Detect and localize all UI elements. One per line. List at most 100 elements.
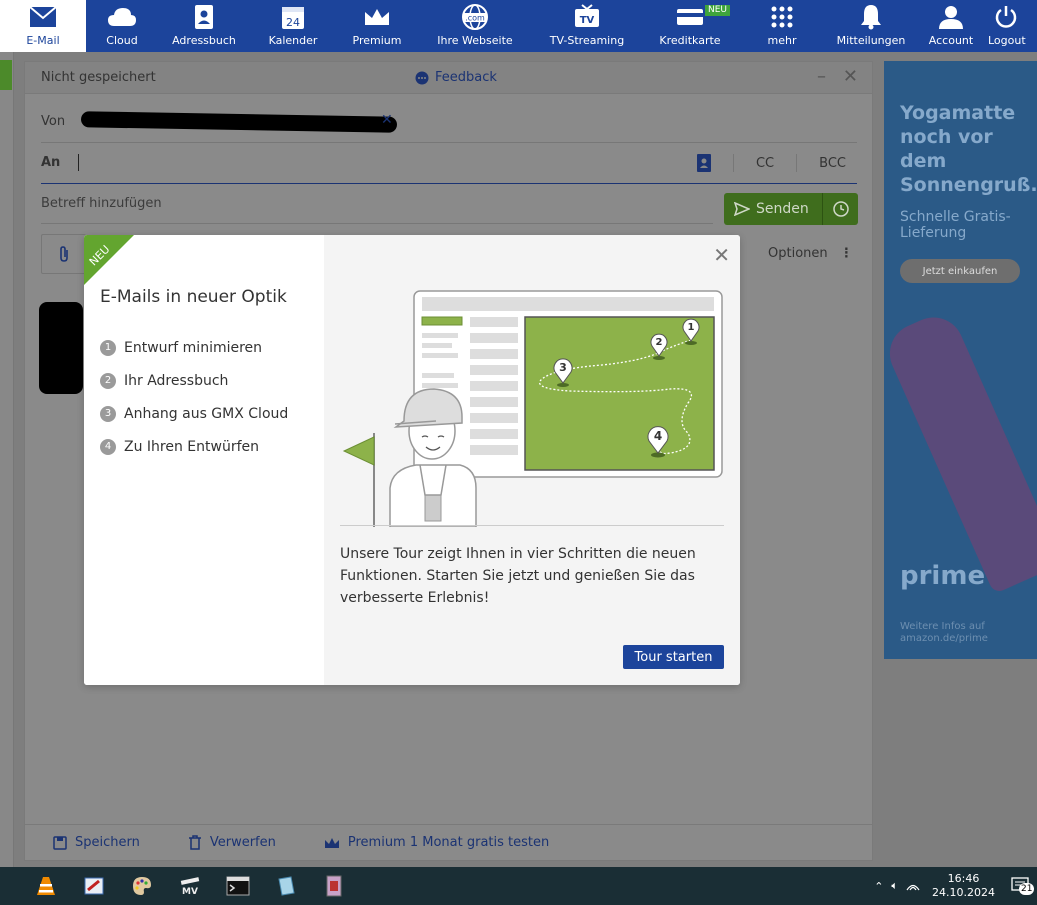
notification-center-icon[interactable]: 21 bbox=[1011, 876, 1035, 896]
crown-icon bbox=[324, 837, 339, 848]
paperclip-icon bbox=[59, 246, 68, 262]
cc-button[interactable]: CC bbox=[756, 156, 774, 171]
nav-tv-streaming[interactable]: TV TV-Streaming bbox=[532, 0, 642, 52]
svg-text:3: 3 bbox=[559, 361, 567, 374]
envelope-icon bbox=[29, 3, 57, 31]
redacted-signature bbox=[39, 302, 83, 394]
send-icon bbox=[734, 202, 750, 216]
nav-label: Ihre Webseite bbox=[437, 34, 513, 47]
list-item: 3 Anhang aus GMX Cloud bbox=[100, 397, 288, 430]
bcc-button[interactable]: BCC bbox=[819, 156, 846, 171]
system-clock[interactable]: 16:46 24.10.2024 bbox=[932, 872, 995, 900]
nav-more[interactable]: mehr bbox=[738, 0, 826, 52]
start-tour-button[interactable]: Tour starten bbox=[623, 645, 724, 669]
terminal-icon[interactable] bbox=[214, 867, 262, 905]
dialog-title: E-Mails in neuer Optik bbox=[100, 287, 287, 307]
save-button[interactable]: Speichern bbox=[53, 835, 140, 850]
options-button[interactable]: Optionen ⋮ bbox=[768, 246, 853, 261]
svg-text:.com: .com bbox=[465, 14, 485, 23]
nav-label: TV-Streaming bbox=[549, 34, 625, 47]
nav-logout[interactable]: Logout bbox=[986, 0, 1037, 52]
power-icon bbox=[988, 3, 1024, 31]
nav-label: Kalender bbox=[268, 34, 318, 47]
svg-text:24: 24 bbox=[286, 16, 300, 29]
discard-button[interactable]: Verwerfen bbox=[188, 835, 276, 850]
subject-input[interactable]: Betreff hinzufügen bbox=[41, 196, 162, 211]
from-label: Von bbox=[41, 114, 66, 129]
close-icon[interactable]: ✕ bbox=[713, 243, 730, 267]
notepad-icon[interactable] bbox=[262, 867, 310, 905]
compose-header: Nicht gespeichert Feedback – ✕ bbox=[25, 62, 872, 94]
to-label: An bbox=[41, 155, 61, 170]
crown-icon bbox=[363, 3, 391, 31]
options-label: Optionen bbox=[768, 246, 828, 261]
ad-title: Yogamatte noch vor dem Sonnengruß. bbox=[900, 102, 1037, 196]
schedule-send-icon[interactable] bbox=[822, 193, 858, 225]
nav-notifications[interactable]: Mitteilungen bbox=[826, 0, 916, 52]
nav-premium[interactable]: Premium bbox=[336, 0, 418, 52]
send-button[interactable]: Senden bbox=[724, 193, 858, 225]
svg-text:1: 1 bbox=[688, 322, 695, 333]
nav-website[interactable]: .com Ihre Webseite bbox=[418, 0, 532, 52]
divider bbox=[41, 142, 857, 143]
advertisement[interactable]: Yogamatte noch vor dem Sonnengruß. Schne… bbox=[884, 61, 1037, 659]
globe-icon: .com bbox=[461, 3, 489, 31]
volume-icon[interactable]: 🔈︎ bbox=[891, 879, 898, 893]
step-number: 2 bbox=[100, 372, 116, 389]
premium-trial-link[interactable]: Premium 1 Monat gratis testen bbox=[324, 835, 549, 850]
floppy-icon bbox=[53, 835, 67, 850]
credit-card-icon bbox=[676, 3, 704, 31]
step-label: Entwurf minimieren bbox=[124, 339, 263, 356]
nav-label: mehr bbox=[767, 34, 797, 47]
sidebar-compose-tab[interactable] bbox=[0, 60, 12, 90]
taskbar-apps: MV bbox=[22, 867, 358, 905]
archive-icon[interactable] bbox=[310, 867, 358, 905]
close-icon[interactable]: ✕ bbox=[843, 66, 858, 87]
feedback-label: Feedback bbox=[435, 70, 497, 85]
svg-text:TV: TV bbox=[580, 15, 595, 26]
wifi-icon[interactable] bbox=[906, 879, 920, 894]
divider bbox=[41, 183, 857, 184]
nav-email[interactable]: E-Mail bbox=[0, 0, 86, 52]
minimize-icon[interactable]: – bbox=[817, 66, 826, 87]
movie-maker-icon[interactable]: MV bbox=[166, 867, 214, 905]
chat-icon bbox=[415, 71, 429, 84]
send-label: Senden bbox=[756, 201, 809, 217]
dialog-left-panel: NEU E-Mails in neuer Optik 1 Entwurf mini… bbox=[84, 235, 324, 685]
tv-icon: TV bbox=[573, 3, 601, 31]
nav-addressbook[interactable]: Adressbuch bbox=[158, 0, 250, 52]
svg-text:4: 4 bbox=[654, 429, 662, 443]
clear-sender-icon[interactable]: ✕ bbox=[381, 112, 393, 128]
user-icon bbox=[938, 3, 964, 31]
paint-icon[interactable] bbox=[70, 867, 118, 905]
palette-icon[interactable] bbox=[118, 867, 166, 905]
nav-cloud[interactable]: Cloud bbox=[86, 0, 158, 52]
nav-creditcard[interactable]: NEU Kreditkarte bbox=[642, 0, 738, 52]
divider bbox=[340, 525, 724, 526]
ad-shop-button[interactable]: Jetzt einkaufen bbox=[900, 259, 1020, 283]
nav-label: Account bbox=[928, 34, 974, 47]
chevron-up-icon[interactable]: ⌃ bbox=[874, 880, 883, 893]
contacts-icon[interactable] bbox=[696, 154, 711, 172]
separator bbox=[732, 154, 734, 172]
nav-label: Adressbuch bbox=[172, 34, 236, 47]
more-vertical-icon: ⋮ bbox=[839, 246, 853, 261]
step-number: 4 bbox=[100, 438, 116, 455]
taskbar: MV ⌃ 🔈︎ 16:46 24.10.2024 21 bbox=[0, 867, 1037, 905]
redacted-sender bbox=[80, 111, 398, 133]
ad-subtitle: Schnelle Gratis-Lieferung bbox=[900, 209, 1011, 241]
step-label: Zu Ihren Entwürfen bbox=[124, 438, 260, 455]
bell-icon bbox=[859, 3, 883, 31]
nav-calendar[interactable]: 24 Kalender bbox=[250, 0, 336, 52]
nav-account[interactable]: Account bbox=[916, 0, 986, 52]
to-input[interactable] bbox=[78, 154, 79, 171]
nav-label: Cloud bbox=[106, 34, 138, 47]
feedback-link[interactable]: Feedback bbox=[415, 70, 497, 85]
attach-button[interactable] bbox=[41, 234, 86, 274]
step-label: Anhang aus GMX Cloud bbox=[124, 405, 289, 422]
nav-label: Logout bbox=[988, 34, 1026, 47]
list-item: 1 Entwurf minimieren bbox=[100, 331, 288, 364]
cloud-icon bbox=[107, 3, 137, 31]
save-status: Nicht gespeichert bbox=[41, 70, 156, 85]
vlc-icon[interactable] bbox=[22, 867, 70, 905]
